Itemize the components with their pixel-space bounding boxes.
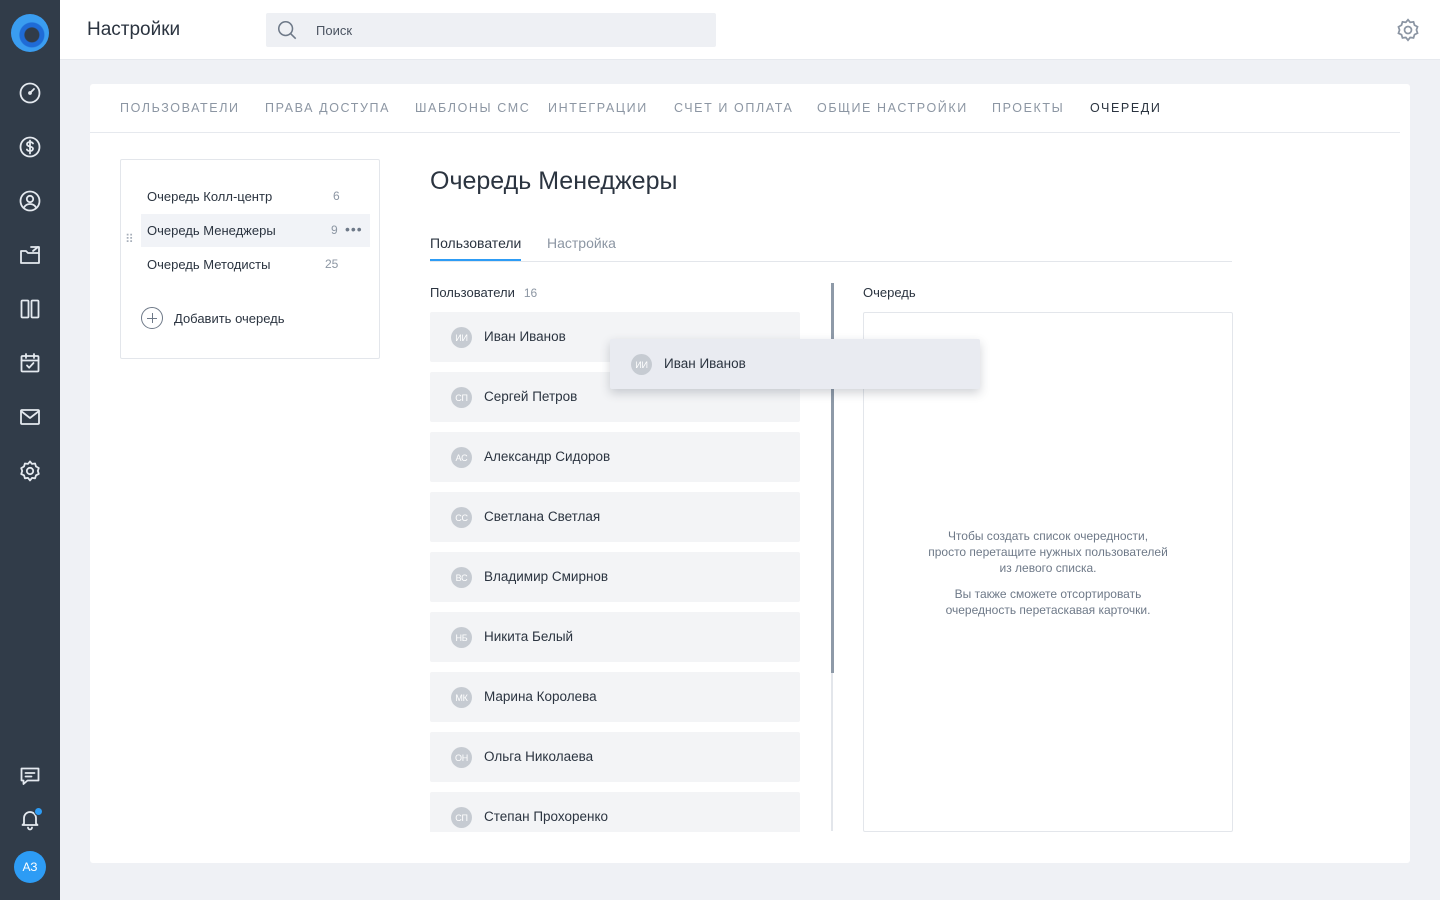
user-initials-avatar: НБ	[451, 627, 472, 648]
queue-list: Очередь Колл-центр 6 ⠿ Очередь Менеджеры…	[120, 159, 380, 359]
user-card[interactable]: НБ Никита Белый	[430, 612, 800, 662]
user-initials-avatar: МК	[451, 687, 472, 708]
user-name: Владимир Смирнов	[484, 569, 609, 584]
queue-column-header: Очередь	[863, 285, 916, 300]
user-initials-avatar: СП	[451, 387, 472, 408]
user-initials-avatar: ВС	[451, 567, 472, 588]
queue-item-name: Очередь Колл-центр	[147, 189, 273, 204]
hint-line: Чтобы создать список очередности,	[947, 529, 1149, 543]
queue-title: Очередь Менеджеры	[430, 167, 678, 195]
tab-queues[interactable]: Очереди	[1090, 101, 1161, 115]
queue-subtabs: Пользователи Настройка	[430, 234, 1232, 262]
search-box	[266, 13, 716, 47]
user-card[interactable]: МК Марина Королева	[430, 672, 800, 722]
calendar-check-icon[interactable]	[17, 350, 43, 376]
user-card[interactable]: АС Александр Сидоров	[430, 432, 800, 482]
hint-line: просто перетащите нужных пользователей	[928, 545, 1168, 559]
queue-hint-secondary: Вы также сможете отсортировать очереднос…	[864, 586, 1232, 618]
kanban-board-icon[interactable]	[17, 296, 43, 322]
queue-item-count: 25	[325, 257, 339, 271]
settings-gear-icon[interactable]	[17, 458, 43, 484]
user-initials-avatar: СП	[451, 807, 472, 828]
settings-tabs: Пользователи Права доступа Шаблоны СМС И…	[90, 84, 1400, 133]
queue-item-count: 6	[333, 189, 340, 203]
subtab-users[interactable]: Пользователи	[430, 235, 522, 261]
tab-sms-templates[interactable]: Шаблоны СМС	[415, 101, 530, 115]
tab-access-rights[interactable]: Права доступа	[265, 101, 390, 115]
chat-message-icon[interactable]	[17, 763, 43, 789]
queue-item-name: Очередь Методисты	[147, 257, 271, 272]
user-name: Никита Белый	[484, 629, 574, 644]
user-name: Иван Иванов	[484, 329, 566, 344]
page-title: Настройки	[87, 19, 181, 40]
tab-users[interactable]: Пользователи	[120, 101, 240, 115]
sidebar: АЗ	[0, 0, 60, 900]
user-card[interactable]: СС Светлана Светлая	[430, 492, 800, 542]
hint-line: из левого списка.	[999, 561, 1097, 575]
mail-envelope-icon[interactable]	[17, 404, 43, 430]
contacts-user-icon[interactable]	[17, 188, 43, 214]
plus-circle-icon	[141, 307, 163, 329]
dashboard-gauge-icon[interactable]	[17, 80, 43, 106]
tab-general-settings[interactable]: Общие настройки	[817, 101, 968, 115]
user-initials-avatar: СС	[451, 507, 472, 528]
top-header: Настройки	[60, 0, 1440, 60]
add-queue-label: Добавить очередь	[174, 311, 285, 326]
queue-item-count: 9	[331, 223, 338, 237]
settings-card: Пользователи Права доступа Шаблоны СМС И…	[90, 84, 1410, 863]
user-name: Сергей Петров	[484, 389, 578, 404]
user-initials-avatar: ОН	[451, 747, 472, 768]
header-settings-gear-icon[interactable]	[1395, 17, 1421, 43]
more-dots-icon[interactable]: •••	[345, 222, 363, 236]
user-initials-avatar: АС	[451, 447, 472, 468]
users-label: Пользователи	[430, 285, 515, 300]
search-input[interactable]	[316, 13, 706, 47]
user-name: Иван Иванов	[664, 356, 746, 371]
user-card[interactable]: ОН Ольга Николаева	[430, 732, 800, 782]
users-column-header: Пользователи 16	[430, 285, 537, 300]
tab-billing[interactable]: Счет и оплата	[674, 101, 793, 115]
user-initials-avatar: ИИ	[451, 327, 472, 348]
queue-drop-zone[interactable]: Чтобы создать список очередности, просто…	[863, 312, 1233, 832]
queue-item-managers[interactable]: Очередь Менеджеры 9 •••	[141, 214, 370, 247]
user-name: Степан Прохоренко	[484, 809, 609, 824]
user-name: Ольга Николаева	[484, 749, 594, 764]
user-card[interactable]: СП Степан Прохоренко	[430, 792, 800, 832]
current-user-avatar[interactable]: АЗ	[14, 851, 46, 883]
user-name: Светлана Светлая	[484, 509, 601, 524]
queue-hint-primary: Чтобы создать список очередности, просто…	[864, 528, 1232, 576]
tab-integrations[interactable]: Интеграции	[548, 101, 648, 115]
hint-line: очередность перетаскавая карточки.	[945, 603, 1151, 617]
users-list: ИИ Иван Иванов СП Сергей Петров АС Алекс…	[430, 312, 800, 832]
drag-handle-icon[interactable]: ⠿	[125, 232, 135, 246]
deals-folder-icon[interactable]	[17, 242, 43, 268]
search-icon	[277, 20, 297, 40]
dragging-user-card[interactable]: ИИ Иван Иванов	[610, 339, 980, 389]
user-card[interactable]: ВС Владимир Смирнов	[430, 552, 800, 602]
queue-item-call-center[interactable]: Очередь Колл-центр 6	[141, 180, 370, 213]
users-count: 16	[523, 286, 538, 300]
hint-line: Вы также сможете отсортировать	[954, 587, 1142, 601]
user-initials-avatar: ИИ	[631, 354, 652, 375]
finance-dollar-icon[interactable]	[17, 134, 43, 160]
user-name: Александр Сидоров	[484, 449, 611, 464]
app-logo-icon[interactable]	[11, 14, 49, 52]
notification-dot	[34, 807, 43, 816]
tab-projects[interactable]: Проекты	[992, 101, 1064, 115]
user-name: Марина Королева	[484, 689, 597, 704]
subtab-settings[interactable]: Настройка	[547, 235, 616, 259]
queue-item-methodists[interactable]: Очередь Методисты 25	[141, 248, 370, 281]
queue-item-name: Очередь Менеджеры	[147, 223, 276, 238]
